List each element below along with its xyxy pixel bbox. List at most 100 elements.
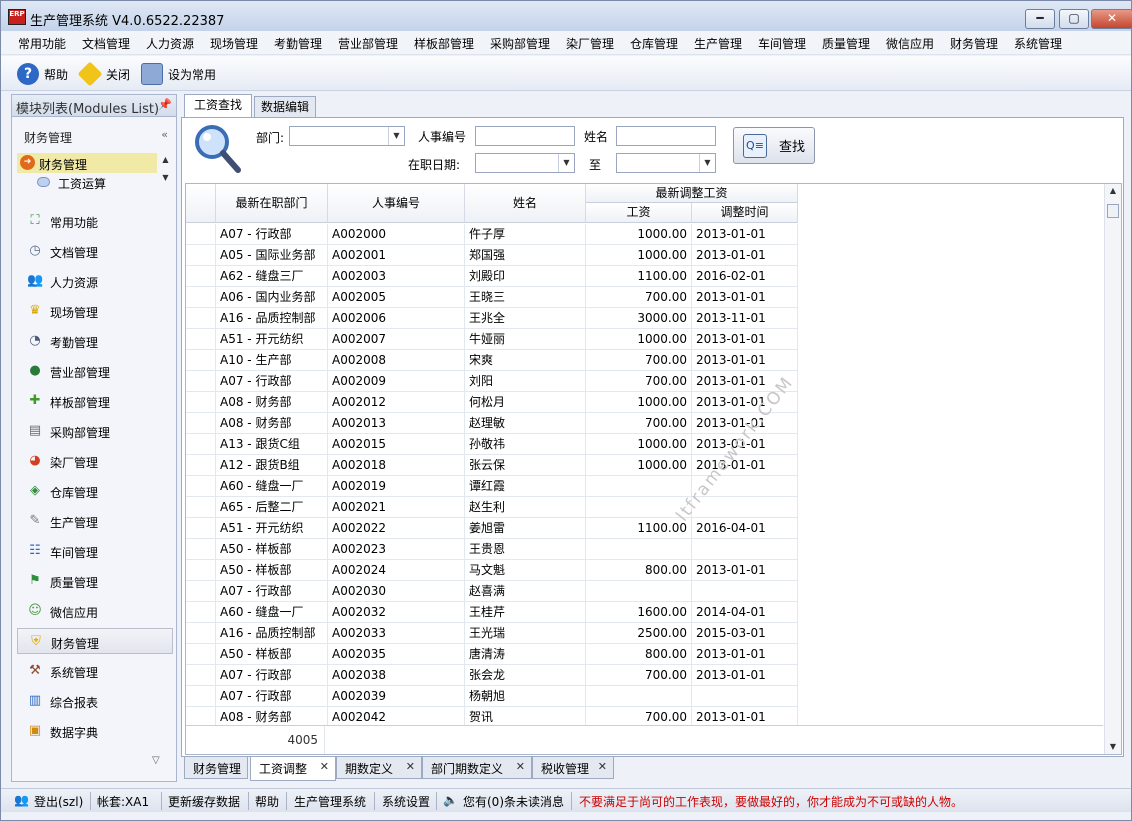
close-icon[interactable]: ✕ — [406, 760, 415, 773]
set-common-button[interactable]: 设为常用 — [141, 62, 216, 86]
menu-finance[interactable]: 财务管理 — [950, 35, 998, 52]
tree-scrollbar[interactable]: ▲ ▼ — [160, 151, 171, 191]
doc-tab-tax[interactable]: 税收管理 ✕ — [532, 757, 614, 779]
sidebar-item[interactable]: ◷ 文档管理 — [17, 238, 173, 264]
table-row[interactable]: A50 - 样板部 A002024 马文魁 800.00 2013-01-01 — [186, 560, 798, 581]
scroll-up-icon[interactable]: ▲ — [1105, 184, 1121, 198]
menu-quality[interactable]: 质量管理 — [822, 35, 870, 52]
table-row[interactable]: A06 - 国内业务部 A002005 王晓三 700.00 2013-01-01 — [186, 287, 798, 308]
table-row[interactable]: A08 - 财务部 A002013 赵理敏 700.00 2013-01-01 — [186, 413, 798, 434]
doc-tab-salary-adjust[interactable]: 工资调整 ✕ — [250, 757, 336, 781]
sidebar-item[interactable]: ✚ 样板部管理 — [17, 388, 173, 414]
close-icon[interactable]: ✕ — [320, 760, 329, 773]
dept-select[interactable]: ▼ — [289, 126, 405, 146]
dropdown-arrow-icon[interactable]: ▼ — [699, 154, 715, 172]
close-icon[interactable]: ✕ — [516, 760, 525, 773]
header-dept[interactable]: 最新在职部门 — [216, 184, 328, 223]
menu-hr[interactable]: 人力资源 — [146, 35, 194, 52]
table-row[interactable]: A13 - 跟货C组 A002015 孙敬祎 1000.00 2013-01-01 — [186, 434, 798, 455]
sidebar-item[interactable]: 👥 人力资源 — [17, 268, 173, 294]
header-salary[interactable]: 工资 — [586, 203, 692, 223]
logout-link[interactable]: 登出(szl) — [34, 793, 83, 810]
dropdown-arrow-icon[interactable]: ▼ — [388, 127, 404, 145]
help-link[interactable]: 帮助 — [255, 793, 279, 810]
sidebar-item[interactable]: ⚒ 系统管理 — [17, 658, 173, 684]
menu-attendance[interactable]: 考勤管理 — [274, 35, 322, 52]
table-row[interactable]: A07 - 行政部 A002038 张会龙 700.00 2013-01-01 — [186, 665, 798, 686]
hire-date-to[interactable]: ▼ — [616, 153, 716, 173]
sidebar-item[interactable]: ⛨ 财务管理 — [17, 628, 173, 654]
menu-warehouse[interactable]: 仓库管理 — [630, 35, 678, 52]
sidebar-item[interactable]: ▥ 综合报表 — [17, 688, 173, 714]
table-row[interactable]: A16 - 品质控制部 A002033 王光瑞 2500.00 2015-03-01 — [186, 623, 798, 644]
menu-workshop[interactable]: 车间管理 — [758, 35, 806, 52]
sidebar-item[interactable]: ♛ 现场管理 — [17, 298, 173, 324]
table-row[interactable]: A07 - 行政部 A002030 赵喜满 — [186, 581, 798, 602]
doc-tab-finance[interactable]: 财务管理 — [184, 757, 248, 779]
hire-date-from[interactable]: ▼ — [475, 153, 575, 173]
sidebar-item[interactable]: ▣ 数据字典 — [17, 718, 173, 744]
menu-onsite[interactable]: 现场管理 — [210, 35, 258, 52]
scroll-thumb[interactable] — [1107, 204, 1119, 218]
menu-sample[interactable]: 样板部管理 — [414, 35, 474, 52]
scroll-down-icon[interactable]: ▼ — [1105, 740, 1121, 754]
sidebar-item[interactable]: ◔ 考勤管理 — [17, 328, 173, 354]
vertical-scrollbar[interactable]: ▲ ▼ — [1104, 184, 1121, 754]
sidebar-item[interactable]: ☺ 微信应用 — [17, 598, 173, 624]
pin-icon[interactable]: 📌 — [158, 98, 172, 111]
chevron-down-icon[interactable]: ▽ — [152, 755, 160, 766]
tab-data-edit[interactable]: 数据编辑 — [254, 96, 316, 118]
doc-tab-period-def[interactable]: 期数定义 ✕ — [336, 757, 422, 779]
table-row[interactable]: A51 - 开元纺织 A002022 姜旭雷 1100.00 2016-04-01 — [186, 518, 798, 539]
menu-dye[interactable]: 染厂管理 — [566, 35, 614, 52]
refresh-cache-link[interactable]: 更新缓存数据 — [168, 793, 240, 810]
close-icon[interactable]: ✕ — [598, 760, 607, 773]
sidebar-item[interactable]: ● 营业部管理 — [17, 358, 173, 384]
dropdown-arrow-icon[interactable]: ▼ — [558, 154, 574, 172]
table-row[interactable]: A60 - 缝盘一厂 A002032 王桂芹 1600.00 2014-04-01 — [186, 602, 798, 623]
menu-purchase[interactable]: 采购部管理 — [490, 35, 550, 52]
search-button[interactable]: Q≡ 查找 — [733, 127, 815, 164]
messages-link[interactable]: 您有(0)条未读消息 — [463, 793, 564, 810]
sidebar-item[interactable]: ◈ 仓库管理 — [17, 478, 173, 504]
tab-salary-search[interactable]: 工资查找 — [184, 94, 252, 118]
sidebar-item[interactable]: ⛶ 常用功能 — [17, 208, 173, 234]
menu-wechat[interactable]: 微信应用 — [886, 35, 934, 52]
menu-sales[interactable]: 营业部管理 — [338, 35, 398, 52]
close-window-button[interactable]: ✕ — [1091, 9, 1132, 29]
table-row[interactable]: A07 - 行政部 A002039 杨朝旭 — [186, 686, 798, 707]
tree-item-salary-calc[interactable]: 工资运算 — [37, 173, 157, 191]
tree-item-finance[interactable]: ➜ 财务管理 — [17, 153, 157, 173]
header-name[interactable]: 姓名 — [465, 184, 586, 223]
settings-link[interactable]: 系统设置 — [382, 793, 430, 810]
maximize-button[interactable]: ▢ — [1059, 9, 1089, 29]
close-module-button[interactable]: 关闭 — [77, 61, 130, 87]
minimize-button[interactable]: ━ — [1025, 9, 1055, 29]
doc-tab-dept-period-def[interactable]: 部门期数定义 ✕ — [422, 757, 532, 779]
table-row[interactable]: A08 - 财务部 A002012 何松月 1000.00 2013-01-01 — [186, 392, 798, 413]
table-row[interactable]: A07 - 行政部 A002009 刘阳 700.00 2013-01-01 — [186, 371, 798, 392]
table-row[interactable]: A51 - 开元纺织 A002007 牛娅丽 1000.00 2013-01-01 — [186, 329, 798, 350]
table-row[interactable]: A50 - 样板部 A002035 唐清涛 800.00 2013-01-01 — [186, 644, 798, 665]
menu-common[interactable]: 常用功能 — [18, 35, 66, 52]
name-input[interactable] — [616, 126, 716, 146]
menu-document[interactable]: 文档管理 — [82, 35, 130, 52]
sidebar-item[interactable]: ◕ 染厂管理 — [17, 448, 173, 474]
emp-no-input[interactable] — [475, 126, 575, 146]
table-row[interactable]: A50 - 样板部 A002023 王贵恩 — [186, 539, 798, 560]
table-row[interactable]: A05 - 国际业务部 A002001 郑国强 1000.00 2013-01-01 — [186, 245, 798, 266]
menu-system[interactable]: 系统管理 — [1014, 35, 1062, 52]
menu-production[interactable]: 生产管理 — [694, 35, 742, 52]
table-row[interactable]: A07 - 行政部 A002000 仵子厚 1000.00 2013-01-01 — [186, 224, 798, 245]
table-row[interactable]: A62 - 缝盘三厂 A002003 刘殿印 1100.00 2016-02-01 — [186, 266, 798, 287]
header-adjust-time[interactable]: 调整时间 — [692, 203, 798, 223]
sidebar-item[interactable]: ▤ 采购部管理 — [17, 418, 173, 444]
sidebar-item[interactable]: ⚑ 质量管理 — [17, 568, 173, 594]
sidebar-item[interactable]: ☷ 车间管理 — [17, 538, 173, 564]
table-row[interactable]: A10 - 生产部 A002008 宋爽 700.00 2013-01-01 — [186, 350, 798, 371]
system-link[interactable]: 生产管理系统 — [294, 793, 366, 810]
module-group-header[interactable]: 财务管理 « — [16, 126, 172, 146]
help-button[interactable]: ? 帮助 — [17, 62, 68, 86]
collapse-icon[interactable]: « — [161, 128, 168, 141]
table-row[interactable]: A16 - 品质控制部 A002006 王兆全 3000.00 2013-11-01 — [186, 308, 798, 329]
